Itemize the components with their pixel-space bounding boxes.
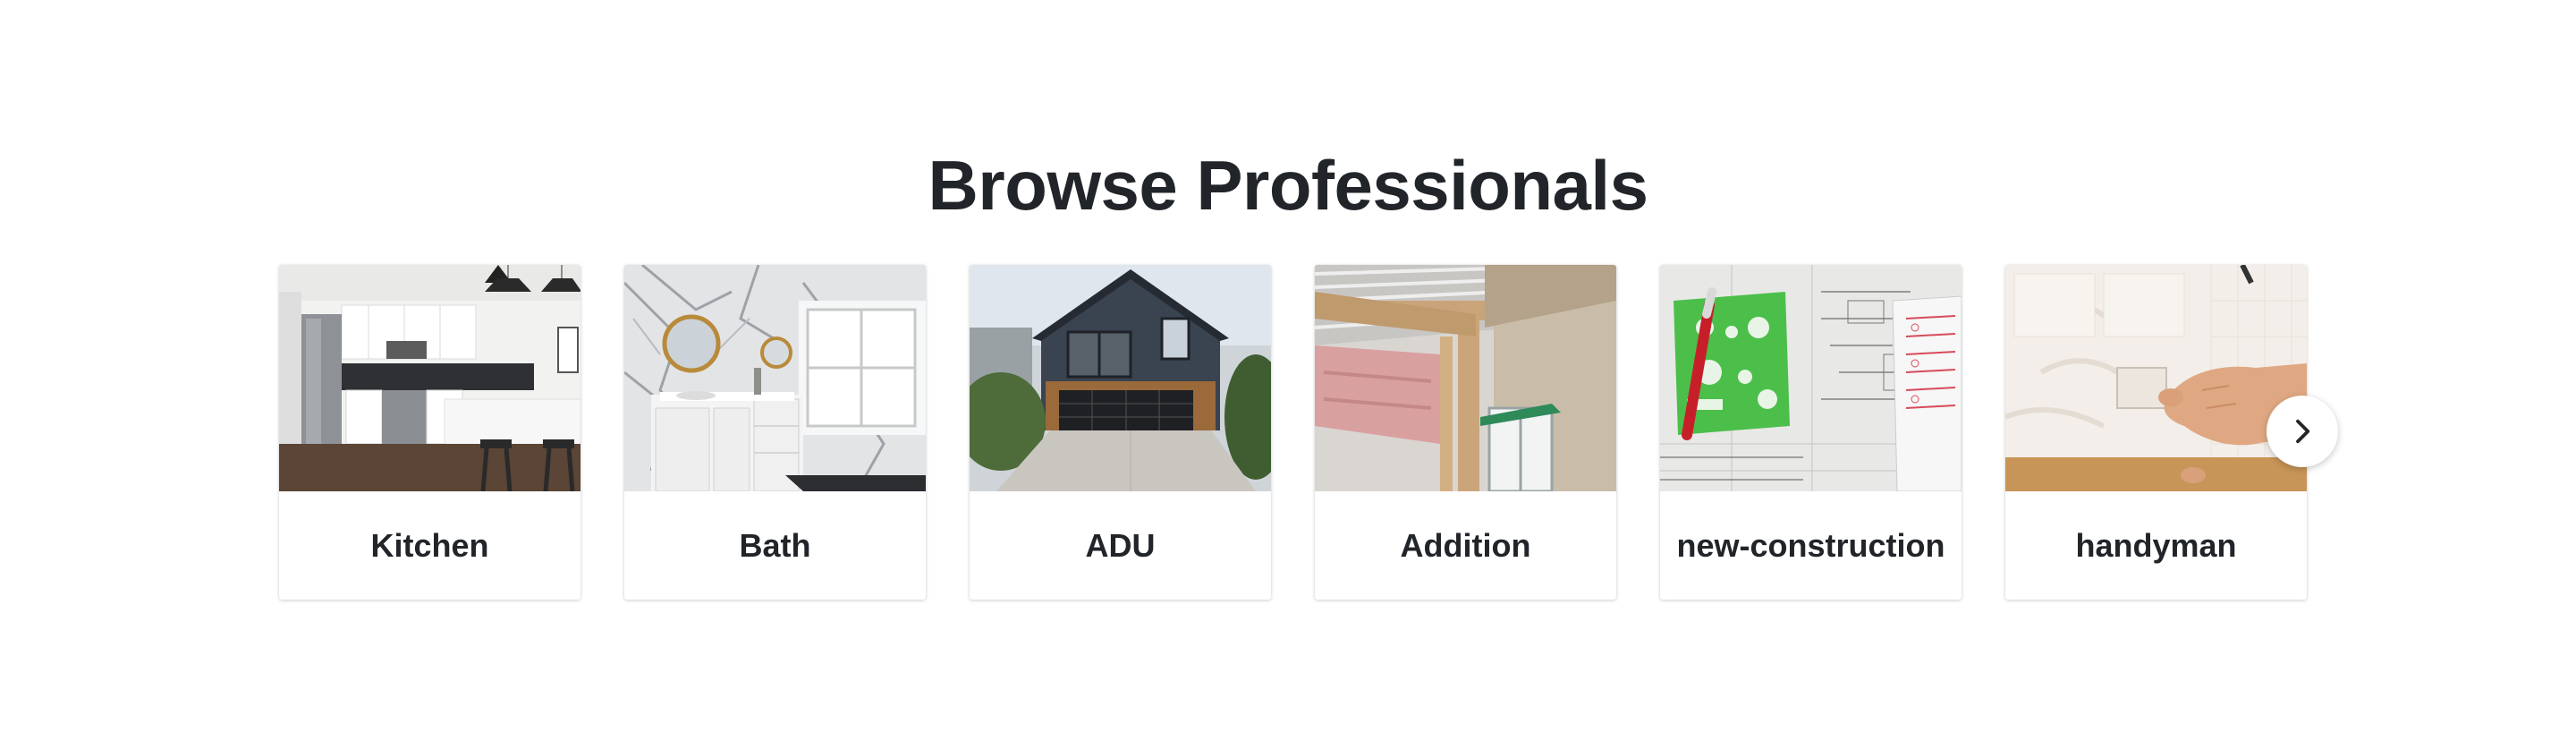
category-card-kitchen[interactable]: Kitchen bbox=[279, 265, 580, 600]
category-label-addition: Addition bbox=[1400, 526, 1531, 564]
bathroom-photo bbox=[624, 265, 926, 491]
category-label-bath: Bath bbox=[739, 526, 811, 564]
blueprints-photo bbox=[1660, 265, 1962, 491]
category-card-addition[interactable]: Addition bbox=[1315, 265, 1616, 600]
category-card-handyman[interactable]: handyman bbox=[2005, 265, 2307, 600]
section-title: Browse Professionals bbox=[928, 146, 1648, 225]
handyman-tile-photo bbox=[2005, 265, 2307, 491]
carousel-next-button[interactable] bbox=[2267, 396, 2338, 467]
category-label-kitchen: Kitchen bbox=[370, 526, 489, 564]
adu-house-photo bbox=[970, 265, 1271, 491]
category-label-adu: ADU bbox=[1085, 526, 1156, 564]
category-card-adu[interactable]: ADU bbox=[970, 265, 1271, 600]
browse-professionals-section: Browse Professionals Kitchen Bath ADU Ad… bbox=[0, 0, 2576, 741]
category-label-handyman: handyman bbox=[2075, 526, 2237, 564]
kitchen-photo bbox=[279, 265, 580, 491]
addition-framing-photo bbox=[1315, 265, 1616, 491]
category-carousel: Kitchen Bath ADU Addition new-constructi… bbox=[279, 265, 2307, 600]
category-card-bath[interactable]: Bath bbox=[624, 265, 926, 600]
category-card-new-construction[interactable]: new-construction bbox=[1660, 265, 1962, 600]
category-label-new-construction: new-construction bbox=[1676, 526, 1945, 564]
chevron-right-icon bbox=[2296, 419, 2310, 444]
